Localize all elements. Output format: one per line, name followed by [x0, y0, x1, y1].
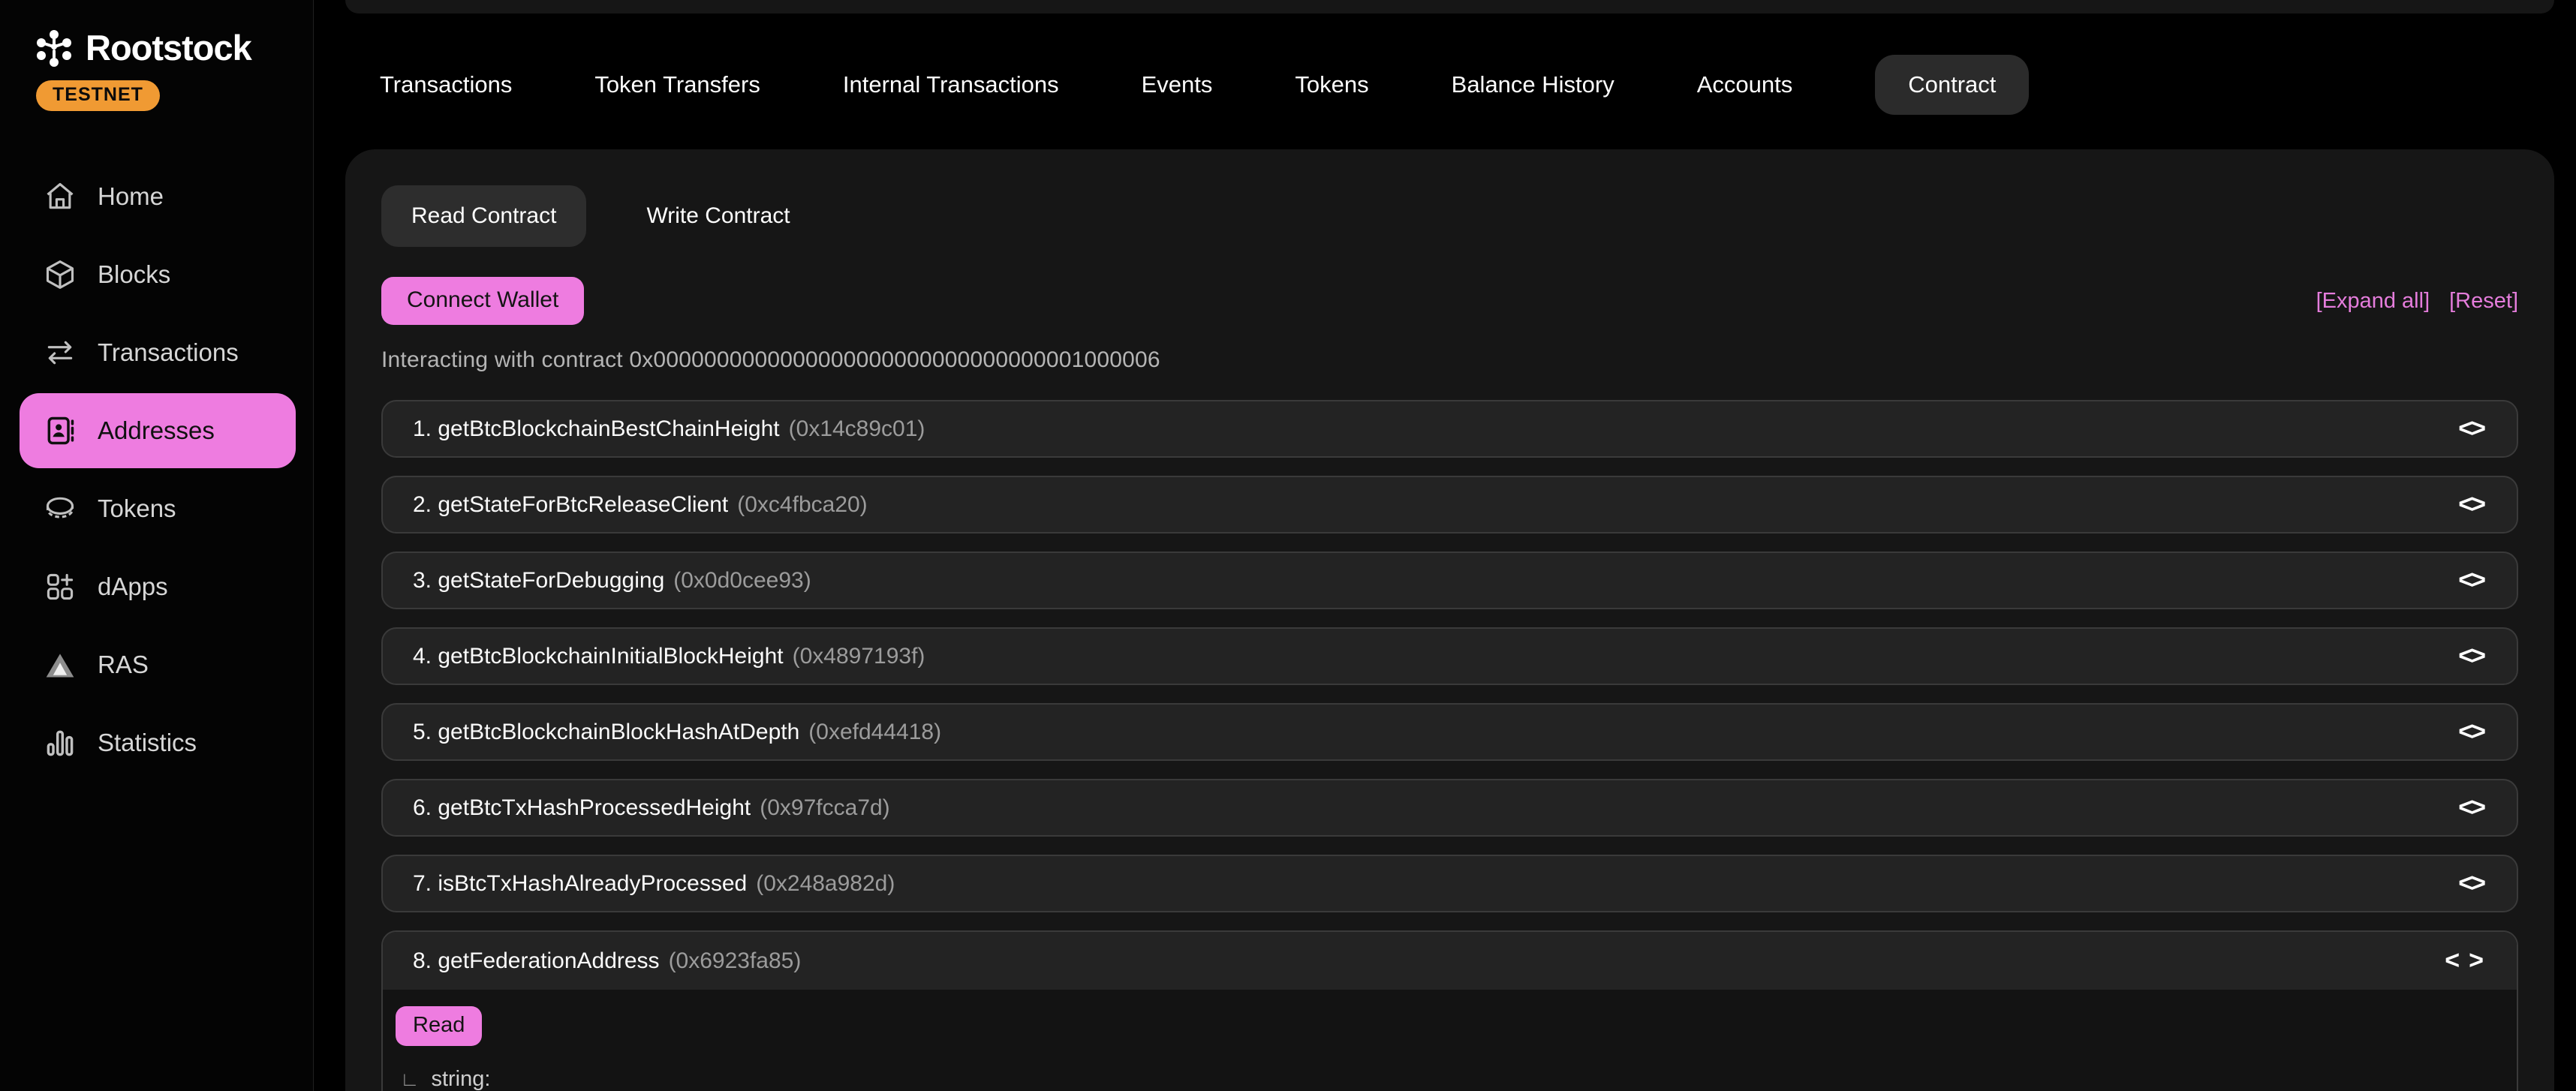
- function-row-7[interactable]: 7. isBtcTxHashAlreadyProcessed (0x248a98…: [381, 855, 2518, 912]
- function-row-3[interactable]: 3. getStateForDebugging (0x0d0cee93) <>: [381, 552, 2518, 609]
- function-selector: (0x6923fa85): [669, 948, 802, 974]
- function-selector: (0xefd44418): [808, 720, 941, 745]
- function-name: 4. getBtcBlockchainInitialBlockHeight: [413, 644, 784, 669]
- sidebar-item-statistics[interactable]: Statistics: [0, 704, 314, 782]
- function-name: 3. getStateForDebugging: [413, 568, 664, 594]
- code-icon[interactable]: <>: [2458, 717, 2484, 747]
- rootstock-logo-icon: [35, 29, 74, 68]
- sidebar-item-label: Statistics: [98, 729, 197, 757]
- sidebar-item-label: Home: [98, 182, 164, 211]
- function-row-8[interactable]: 8. getFederationAddress (0x6923fa85) <>: [383, 932, 2517, 990]
- code-icon[interactable]: <>: [2458, 414, 2484, 443]
- testnet-badge: TESTNET: [36, 80, 160, 111]
- code-icon[interactable]: <>: [2458, 642, 2484, 671]
- function-row-5[interactable]: 5. getBtcBlockchainBlockHashAtDepth (0xe…: [381, 703, 2518, 761]
- sidebar-item-ras[interactable]: RAS: [0, 626, 314, 704]
- function-selector: (0x0d0cee93): [673, 568, 811, 594]
- function-name: 2. getStateForBtcReleaseClient: [413, 492, 728, 518]
- code-icon-expanded[interactable]: <>: [2445, 946, 2493, 975]
- function-selector: (0xc4fbca20): [737, 492, 867, 518]
- swap-arrows-icon: [44, 336, 77, 369]
- wallet-row: Connect Wallet [Expand all] [Reset]: [381, 277, 2518, 325]
- function-row-4[interactable]: 4. getBtcBlockchainInitialBlockHeight (0…: [381, 627, 2518, 685]
- sidebar-item-label: Addresses: [98, 416, 215, 445]
- tab-transactions[interactable]: Transactions: [380, 71, 512, 98]
- sidebar-item-addresses[interactable]: Addresses: [0, 392, 314, 470]
- sidebar-item-label: Tokens: [98, 494, 176, 523]
- tab-accounts[interactable]: Accounts: [1697, 71, 1793, 98]
- brand-logo[interactable]: Rootstock: [35, 27, 313, 68]
- output-line: ∟ string:: [396, 1067, 2487, 1091]
- sidebar-item-label: Blocks: [98, 260, 170, 289]
- sidebar-item-label: dApps: [98, 573, 168, 601]
- write-contract-tab[interactable]: Write Contract: [616, 185, 820, 247]
- interacting-with-contract-text: Interacting with contract 0x000000000000…: [381, 347, 2518, 373]
- function-list: 1. getBtcBlockchainBestChainHeight (0x14…: [381, 400, 2518, 1091]
- tab-balance-history[interactable]: Balance History: [1452, 71, 1615, 98]
- reset-link[interactable]: [Reset]: [2449, 289, 2518, 314]
- sidebar: Rootstock TESTNET Home Blocks Transactio…: [0, 0, 314, 1091]
- sidebar-item-home[interactable]: Home: [0, 158, 314, 236]
- function-name: 7. isBtcTxHashAlreadyProcessed: [413, 871, 747, 897]
- function-selector: (0x4897193f): [793, 644, 925, 669]
- contract-panel: Read Contract Write Contract Connect Wal…: [345, 149, 2554, 1091]
- sidebar-item-label: RAS: [98, 651, 149, 679]
- function-row-2[interactable]: 2. getStateForBtcReleaseClient (0xc4fbca…: [381, 476, 2518, 533]
- read-contract-tab[interactable]: Read Contract: [381, 185, 586, 247]
- tab-events[interactable]: Events: [1142, 71, 1213, 98]
- brand-name: Rootstock: [86, 27, 251, 68]
- function-row-6[interactable]: 6. getBtcTxHashProcessedHeight (0x97fcca…: [381, 779, 2518, 837]
- tab-contract[interactable]: Contract: [1875, 55, 2029, 115]
- coin-icon: [44, 492, 77, 525]
- code-icon[interactable]: <>: [2458, 793, 2484, 822]
- function-selector: (0x14c89c01): [789, 416, 925, 442]
- code-icon[interactable]: <>: [2458, 869, 2484, 898]
- function-selector: (0x97fcca7d): [760, 795, 889, 821]
- function-selector: (0x248a982d): [756, 871, 895, 897]
- list-controls: [Expand all] [Reset]: [2316, 289, 2518, 314]
- sidebar-item-dapps[interactable]: dApps: [0, 548, 314, 626]
- sidebar-item-blocks[interactable]: Blocks: [0, 236, 314, 314]
- sidebar-item-label: Transactions: [98, 338, 239, 367]
- output-type-label: string:: [431, 1067, 490, 1091]
- expand-all-link[interactable]: [Expand all]: [2316, 289, 2430, 314]
- function-body: Read ∟ string:: [383, 990, 2517, 1091]
- code-icon[interactable]: <>: [2458, 490, 2484, 519]
- tab-tokens[interactable]: Tokens: [1295, 71, 1368, 98]
- function-name: 8. getFederationAddress: [413, 948, 660, 974]
- previous-card-edge: [345, 0, 2554, 14]
- code-icon[interactable]: <>: [2458, 566, 2484, 595]
- sidebar-item-transactions[interactable]: Transactions: [0, 314, 314, 392]
- tab-internal-transactions[interactable]: Internal Transactions: [843, 71, 1059, 98]
- triangle-icon: [44, 648, 77, 681]
- sidebar-item-tokens[interactable]: Tokens: [0, 470, 314, 548]
- function-name: 1. getBtcBlockchainBestChainHeight: [413, 416, 780, 442]
- function-name: 5. getBtcBlockchainBlockHashAtDepth: [413, 720, 799, 745]
- apps-grid-plus-icon: [44, 570, 77, 603]
- function-row-1[interactable]: 1. getBtcBlockchainBestChainHeight (0x14…: [381, 400, 2518, 458]
- address-tabs: Transactions Token Transfers Internal Tr…: [380, 54, 2029, 116]
- connect-wallet-button[interactable]: Connect Wallet: [381, 277, 584, 325]
- contract-subtabs: Read Contract Write Contract: [381, 185, 2518, 247]
- contact-card-icon: [44, 414, 77, 447]
- bar-chart-icon: [44, 726, 77, 759]
- function-row-8-expanded: 8. getFederationAddress (0x6923fa85) <> …: [381, 930, 2518, 1091]
- output-corner-glyph: ∟: [400, 1068, 419, 1091]
- function-name: 6. getBtcTxHashProcessedHeight: [413, 795, 751, 821]
- sidebar-menu: Home Blocks Transactions Addresses: [0, 158, 314, 782]
- tab-token-transfers[interactable]: Token Transfers: [594, 71, 760, 98]
- read-button[interactable]: Read: [396, 1006, 482, 1046]
- cube-icon: [44, 258, 77, 291]
- home-icon: [44, 180, 77, 213]
